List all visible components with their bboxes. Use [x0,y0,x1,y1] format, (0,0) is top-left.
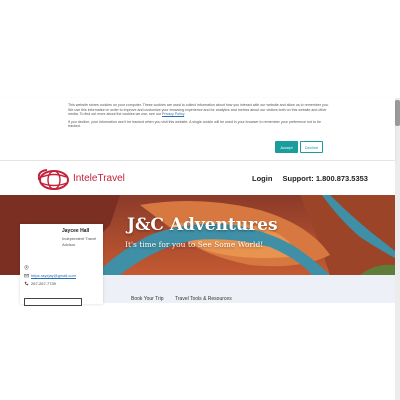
site-header: InteleTravel Login Support: 1.800.873.53… [0,161,395,195]
page-top-blank [0,0,400,98]
phone-row: 267-267-7739 [24,281,56,286]
privacy-policy-link[interactable]: Privacy Policy [162,112,184,116]
support-phone-link[interactable]: Support: 1.800.873.5353 [283,174,368,183]
phone-icon [24,281,29,286]
login-link[interactable]: Login [252,174,272,183]
cookie-paragraph-2: If you decline, your information won't b… [68,119,321,129]
hero-subtitle: It's time for you to See Some World! [125,240,264,249]
advisor-profile-card: Jaycee Hall Independent Travel Advisor h… [20,224,103,306]
tab-book-your-trip[interactable]: Book Your Trip [131,296,164,302]
location-pin-icon [24,265,29,270]
advisor-role: Independent Travel Advisor [62,236,97,247]
scrollbar-track[interactable] [395,98,400,400]
email-icon [24,274,29,278]
advisor-phone[interactable]: 267-267-7739 [31,281,56,286]
hero-title: J&C Adventures [127,215,278,235]
tab-travel-tools-resources[interactable]: Travel Tools & Resources [175,296,232,302]
advisor-email-link[interactable]: https.rayejay@gmail.com [31,273,76,278]
location-row [24,265,31,270]
advisor-name: Jaycee Hall [62,228,90,234]
logo-text: InteleTravel [73,173,125,184]
cookie-text: This website stores cookies on your comp… [68,103,330,132]
cookie-paragraph-1-text: This website stores cookies on your comp… [68,103,329,117]
cookie-consent-banner: This website stores cookies on your comp… [0,98,395,161]
header-nav: Login Support: 1.800.873.5353 [252,174,376,183]
contact-advisor-button[interactable] [24,298,82,306]
scrollbar-thumb[interactable] [395,100,400,126]
globe-logo-icon [37,169,69,190]
accept-cookies-button[interactable]: Accept [275,141,298,153]
email-row: https.rayejay@gmail.com [24,273,76,278]
inteletravel-logo[interactable]: InteleTravel [37,168,133,190]
decline-cookies-button[interactable]: Decline [300,141,323,153]
tabs-bar: Book Your Trip Travel Tools & Resources [103,275,395,303]
cookie-paragraph-1: This website stores cookies on your comp… [68,103,329,117]
